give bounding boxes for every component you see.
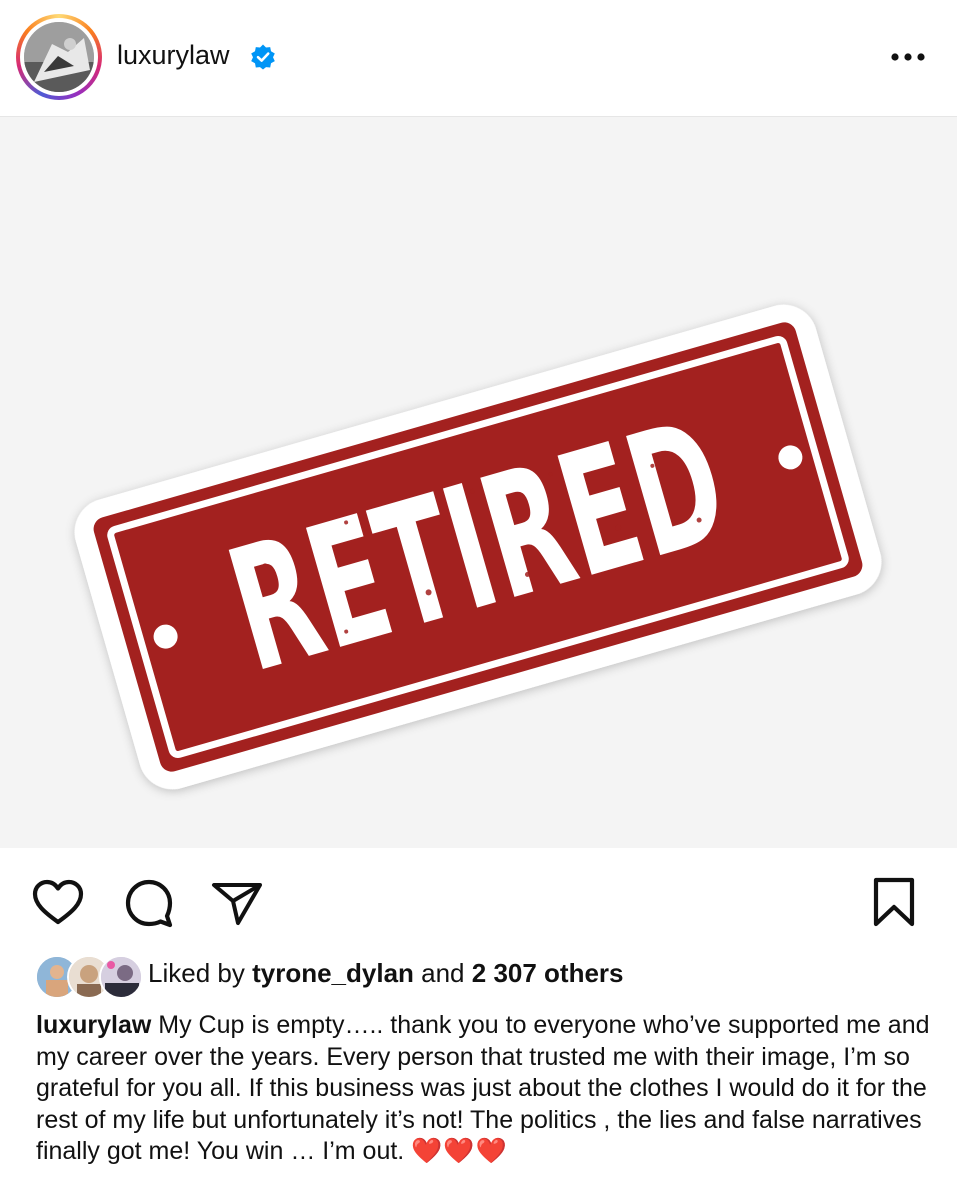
avatar[interactable] — [16, 14, 102, 100]
paper-plane-icon[interactable] — [208, 873, 264, 929]
likes-connector: and — [421, 958, 465, 988]
liker-username[interactable]: tyrone_dylan — [252, 958, 414, 988]
likes-summary[interactable]: Liked by tyrone_dylan and 2 307 others — [148, 958, 624, 989]
bookmark-outline-icon[interactable] — [866, 874, 922, 930]
post-header: luxurylaw — [0, 0, 957, 117]
caption-username[interactable]: luxurylaw — [36, 1011, 151, 1039]
comment-bubble-icon[interactable] — [121, 875, 177, 931]
verified-badge-icon — [251, 44, 275, 70]
instagram-post: luxurylaw RETIRED Liked by tyrone_dylan … — [0, 0, 957, 1200]
username[interactable]: luxurylaw — [117, 40, 230, 71]
likes-prefix: Liked by — [148, 958, 245, 988]
avatar-photo — [24, 22, 94, 92]
heart-outline-icon[interactable] — [30, 875, 86, 931]
retired-sign: RETIRED — [74, 304, 882, 790]
more-horizontal-icon[interactable] — [888, 40, 928, 74]
liker-avatars[interactable] — [35, 955, 143, 999]
heart-emoji-icons: ❤️❤️❤️ — [411, 1137, 508, 1165]
liker-avatar — [99, 955, 143, 999]
caption: luxurylaw My Cup is empty….. thank you t… — [36, 1010, 941, 1168]
likes-count[interactable]: 2 307 others — [472, 958, 624, 988]
post-image[interactable]: RETIRED — [0, 117, 957, 848]
